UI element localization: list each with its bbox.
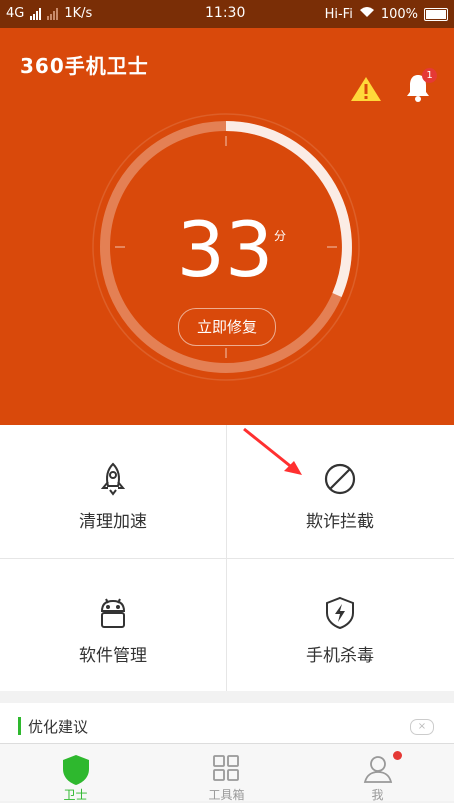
tab-guard[interactable]: 卫士 — [0, 744, 151, 802]
section-marker — [18, 717, 21, 735]
close-suggestion-button[interactable]: × — [410, 719, 434, 735]
user-icon — [363, 754, 393, 788]
fix-now-button[interactable]: 立即修复 — [178, 308, 276, 346]
shield-bolt-icon — [322, 595, 358, 631]
feature-label: 软件管理 — [79, 646, 147, 666]
tab-label: 我 — [371, 788, 384, 802]
wifi-label: Hi-Fi — [324, 6, 353, 22]
tab-label: 工具箱 — [208, 788, 245, 802]
suggestion-title: 优化建议 — [28, 718, 89, 736]
suggestion-bar[interactable]: 优化建议 × — [0, 703, 454, 743]
status-bar: 4G 1K/s 11:30 Hi-Fi 100% — [0, 0, 454, 28]
grid-icon — [212, 754, 240, 786]
feature-antivirus[interactable]: 手机杀毒 — [227, 559, 453, 691]
network-type: 4G — [6, 6, 25, 21]
rocket-icon — [95, 461, 131, 497]
score-panel: 360手机卫士 1 33 分 立即修复 — [0, 28, 454, 425]
tab-label: 卫士 — [63, 788, 88, 802]
block-icon — [322, 461, 358, 497]
signal-2-icon — [47, 7, 59, 20]
unread-dot — [393, 751, 402, 760]
annotation-arrow — [243, 427, 302, 475]
feature-label: 清理加速 — [79, 512, 147, 532]
bottom-tab-bar: 卫士 工具箱 我 — [0, 743, 454, 802]
clock: 11:30 — [205, 5, 246, 21]
battery-percent: 100% — [380, 6, 418, 22]
feature-clean-speedup[interactable]: 清理加速 — [0, 425, 226, 557]
feature-app-manager[interactable]: 软件管理 — [0, 559, 226, 691]
score-unit: 分 — [274, 229, 287, 243]
tab-toolbox[interactable]: 工具箱 — [151, 744, 302, 802]
network-speed: 1K/s — [64, 6, 93, 21]
wifi-icon — [359, 6, 375, 22]
signal-icon — [30, 7, 42, 20]
feature-label: 手机杀毒 — [306, 646, 374, 666]
tab-me[interactable]: 我 — [302, 744, 453, 802]
shield-icon — [61, 754, 91, 790]
security-score: 33 — [176, 205, 274, 294]
battery-icon — [424, 7, 448, 21]
feature-grid: 清理加速 欺诈拦截 软件管理 手机杀毒 — [0, 425, 454, 691]
android-icon — [95, 595, 131, 631]
feature-label: 欺诈拦截 — [306, 512, 374, 532]
